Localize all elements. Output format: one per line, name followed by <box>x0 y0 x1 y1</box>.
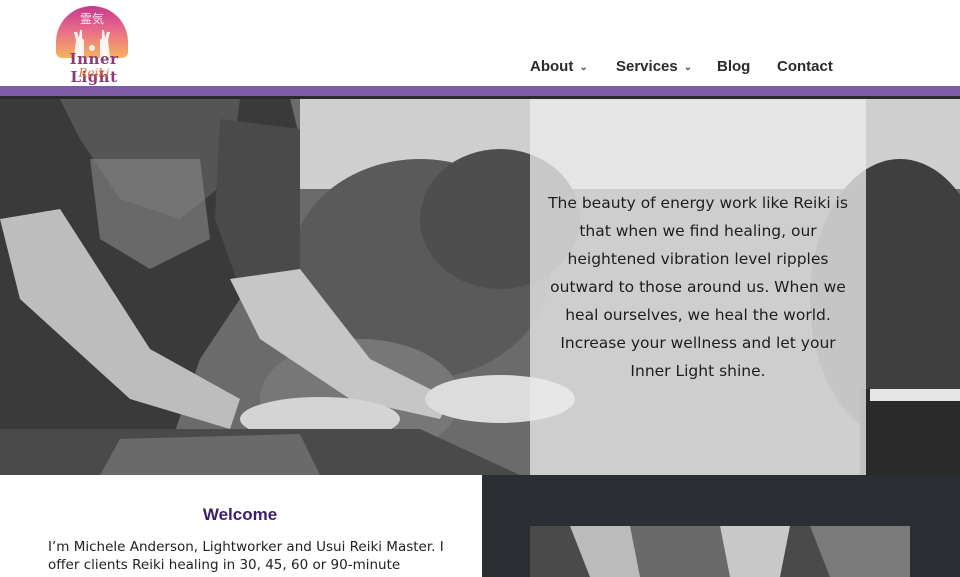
nav-label: About <box>530 58 574 75</box>
chevron-down-icon: ⌄ <box>683 62 693 73</box>
feature-image <box>530 526 910 577</box>
chevron-down-icon: ⌄ <box>579 62 588 73</box>
nav-label: Services <box>616 58 678 75</box>
accent-divider <box>0 86 960 96</box>
feature-photo <box>530 526 910 577</box>
welcome-text: I’m Michele Anderson, Lightworker and Us… <box>48 539 444 573</box>
hero-banner: The beauty of energy work like Reiki is … <box>0 99 960 475</box>
feature-section <box>482 475 960 577</box>
main-nav: About ⌄ Services ⌄ Blog Contact <box>0 58 960 78</box>
nav-label: Blog <box>717 58 751 75</box>
logo-kanji: 霊気 <box>79 12 104 26</box>
welcome-section: Welcome I’m Michele Anderson, Lightworke… <box>0 475 480 577</box>
nav-item-contact[interactable]: Contact <box>777 58 833 75</box>
nav-item-about[interactable]: About ⌄ <box>530 58 588 75</box>
site-header: 霊気 Inner Light Reiki About ⌄ Services ⌄ Bl… <box>0 0 960 86</box>
nav-item-blog[interactable]: Blog <box>717 58 750 75</box>
nav-item-services[interactable]: Services ⌄ <box>616 58 692 75</box>
hero-quote-box: The beauty of energy work like Reiki is … <box>530 99 866 475</box>
welcome-title: Welcome <box>202 505 278 524</box>
hero-quote: The beauty of energy work like Reiki is … <box>548 194 848 380</box>
nav-label: Contact <box>777 58 833 75</box>
